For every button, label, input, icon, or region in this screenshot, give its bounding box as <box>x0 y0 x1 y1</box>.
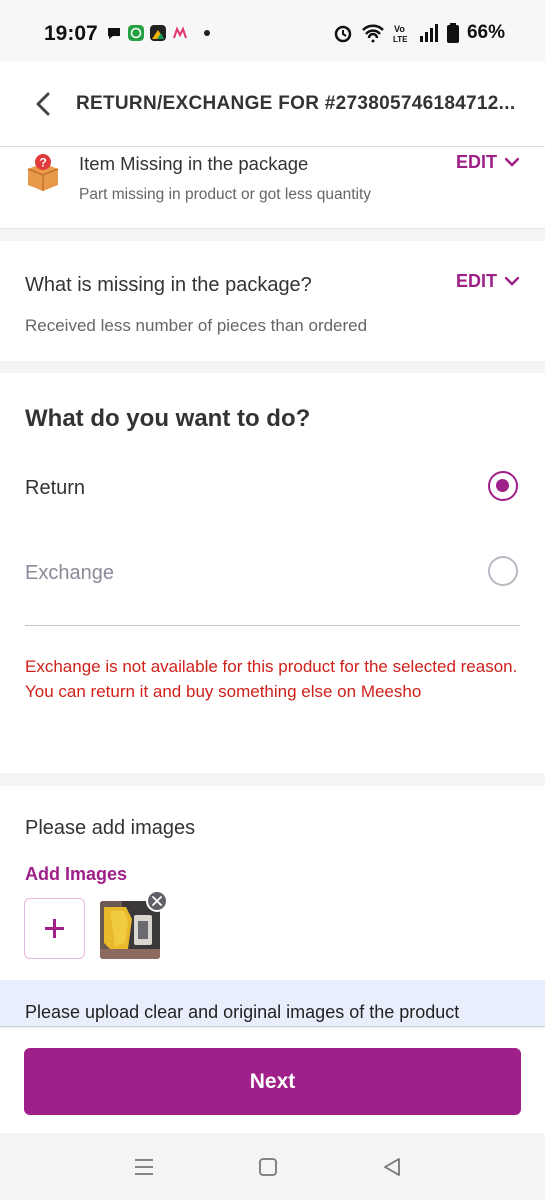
notification-icons <box>106 25 210 41</box>
info-banner: Please upload clear and original images … <box>0 980 545 1027</box>
status-time: 19:07 <box>44 22 98 45</box>
battery-icon <box>446 23 459 43</box>
back-icon[interactable] <box>381 1156 403 1178</box>
edit-reason-button[interactable]: EDIT <box>456 152 519 173</box>
option-exchange-label[interactable]: Exchange <box>25 562 114 585</box>
info-banner-text: Please upload clear and original images … <box>25 1002 460 1022</box>
missing-subtitle: Received less number of pieces than orde… <box>25 316 368 335</box>
edit-label: EDIT <box>455 152 497 172</box>
reason-section: ? Item Missing in the package Part missi… <box>0 147 545 229</box>
close-icon <box>152 896 162 906</box>
wifi-icon <box>362 24 384 43</box>
chat-bubble-icon <box>108 28 120 39</box>
battery-percent: 66% <box>466 22 505 43</box>
divider <box>25 625 520 626</box>
action-title: What do you want to do? <box>25 405 311 432</box>
missing-title: What is missing in the package? <box>25 274 312 296</box>
chevron-down-icon <box>505 277 519 286</box>
footer: Next <box>0 1028 545 1133</box>
status-bar: 19:07 Vo LTE 66% <box>0 0 545 62</box>
reason-title: Item Missing in the package <box>79 153 309 174</box>
box-question-icon: ? <box>27 154 59 191</box>
volte-icon: VoLTE <box>393 24 408 43</box>
myntra-icon <box>173 26 187 39</box>
edit-missing-button[interactable]: EDIT <box>456 271 519 292</box>
svg-text:?: ? <box>40 156 47 170</box>
home-icon[interactable] <box>257 1156 279 1178</box>
chevron-down-icon <box>505 158 519 167</box>
photos-icon <box>150 25 166 41</box>
page-title: RETURN/EXCHANGE FOR #273805746184712... <box>76 93 516 114</box>
svg-text:Vo: Vo <box>394 24 405 34</box>
chevron-left-icon[interactable] <box>30 88 58 120</box>
signal-icon <box>419 24 438 42</box>
system-icons: Vo LTE 66% <box>333 22 505 44</box>
images-title: Please add images <box>25 817 196 839</box>
reason-subtitle: Part missing in product or got less quan… <box>79 186 372 203</box>
system-navbar <box>0 1133 545 1200</box>
remove-image-button[interactable] <box>146 890 168 912</box>
add-images-link[interactable]: Add Images <box>25 864 127 885</box>
return-radio[interactable] <box>488 471 518 501</box>
add-image-plus-button[interactable] <box>24 898 85 959</box>
option-return-label[interactable]: Return <box>25 477 85 500</box>
dot-icon <box>204 30 210 36</box>
next-button[interactable]: Next <box>24 1048 521 1115</box>
exchange-warning: Exchange is not available for this produ… <box>25 657 518 701</box>
images-section: Please add images Add Images <box>0 786 545 980</box>
whatsapp-icon <box>128 25 144 41</box>
edit-label: EDIT <box>455 271 497 291</box>
action-section: What do you want to do? Return Exchange … <box>0 373 545 773</box>
recent-apps-icon[interactable] <box>133 1156 155 1178</box>
alarm-icon <box>334 25 352 43</box>
exchange-radio[interactable] <box>488 556 518 586</box>
app-header: RETURN/EXCHANGE FOR #273805746184712... <box>0 62 545 147</box>
missing-section: What is missing in the package? Received… <box>0 241 545 361</box>
svg-text:LTE: LTE <box>393 35 408 43</box>
